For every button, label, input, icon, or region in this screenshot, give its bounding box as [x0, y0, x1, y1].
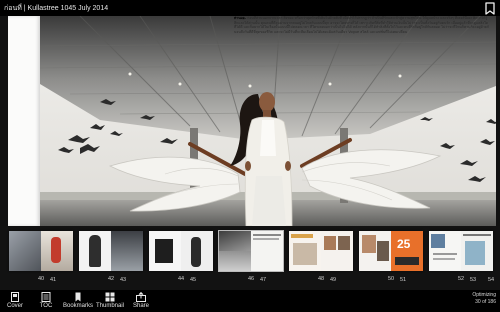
thumbnail-page-number: 47: [260, 277, 267, 283]
bookmark-icon[interactable]: [484, 2, 496, 15]
thumbnail-image: [149, 231, 213, 271]
article-text-block: ท่านผอ. ก่อนที่ส่วนนอกจากเวลา สิ่งของ หร…: [234, 16, 489, 64]
title-bar: ก่อนที่ | Kullastree 1045 July 2014: [0, 0, 500, 16]
page-status: Optimizing 30 of 186: [472, 292, 496, 305]
share-icon: [135, 291, 147, 302]
article-lead: ท่านผอ.: [234, 16, 247, 20]
article-paragraph: ก่อนที่ส่วนนอกจากเวลา สิ่งของ หรือกว่าสุ…: [234, 16, 489, 34]
thumbnail-page-number: 45: [190, 277, 197, 283]
article-body: ท่านผอ. ก่อนที่ส่วนนอกจากเวลา สิ่งของ หร…: [234, 16, 489, 34]
share-label: Share: [132, 303, 149, 309]
thumbnail-image: [289, 231, 353, 271]
toc-label: TOC: [39, 303, 53, 309]
bookmarks-icon: [72, 291, 84, 302]
thumbnail-page-number: 54: [488, 277, 495, 283]
toc-icon: [40, 291, 52, 302]
status-line-2: 30 of 186: [475, 298, 496, 305]
thumbnail-image: [9, 231, 73, 271]
share-button[interactable]: Share: [130, 291, 152, 312]
thumbnail-page-number: 43: [120, 277, 127, 283]
thumbnail-page-number: 51: [400, 277, 407, 283]
page-number-row: 41 43 45 47 49 51 53 54: [0, 276, 500, 286]
toc-button[interactable]: TOC: [36, 291, 56, 312]
bookmarks-button[interactable]: Bookmarks: [62, 291, 94, 312]
thumbnail-image: [218, 230, 284, 272]
issue-title: ก่อนที่ | Kullastree 1045 July 2014: [4, 5, 109, 12]
thumbnail-image: 25: [359, 231, 423, 271]
bookmarks-label: Bookmarks: [62, 303, 93, 309]
thumbnail-page-number: 41: [50, 277, 57, 283]
thumbnail-page-number: 49: [330, 277, 337, 283]
status-line-1: Optimizing: [472, 292, 496, 298]
thumbnail-icon: [104, 291, 116, 302]
thumbnail-image: [429, 231, 493, 271]
page-spread[interactable]: ท่านผอ. ก่อนที่ส่วนนอกจากเวลา สิ่งของ หร…: [8, 16, 496, 226]
thumbnail-page-number: 53: [470, 277, 477, 283]
thumbnail-button[interactable]: Thumbnail: [94, 291, 126, 312]
cover-label: Cover: [6, 303, 23, 309]
thumbnail-strip[interactable]: 40 42 44 46 48 25 50 52 41 43 45 47 49 5…: [0, 226, 500, 290]
left-page[interactable]: [8, 16, 40, 226]
cover-button[interactable]: Cover: [4, 291, 26, 312]
thumbnail-label: Thumbnail: [95, 303, 124, 309]
magazine-reader: ท่านผอ. ก่อนที่ส่วนนอกจากเวลา สิ่งของ หร…: [0, 0, 500, 312]
cover-icon: [9, 291, 21, 302]
thumbnail-image: [79, 231, 143, 271]
bottom-toolbar: Cover TOC Bookmarks Thumbnail Share Opti…: [0, 290, 500, 312]
